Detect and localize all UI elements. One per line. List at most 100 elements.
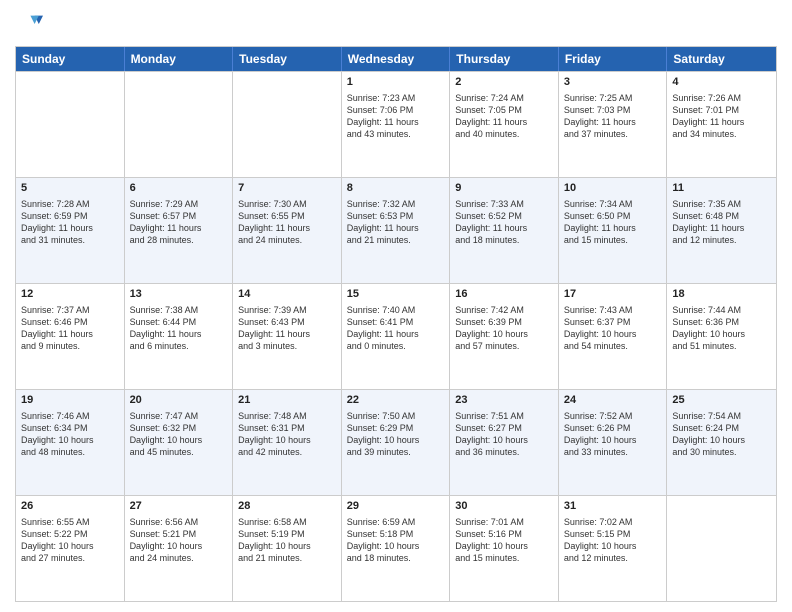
cell-line: Sunset: 5:18 PM [347, 528, 445, 540]
cell-line: Daylight: 10 hours [455, 434, 553, 446]
cell-line: Sunset: 5:21 PM [130, 528, 228, 540]
cell-line: Sunrise: 7:34 AM [564, 198, 662, 210]
cell-line: Sunrise: 7:25 AM [564, 92, 662, 104]
cell-line: and 51 minutes. [672, 340, 771, 352]
day-number: 18 [672, 287, 771, 302]
cal-row-3: 19Sunrise: 7:46 AMSunset: 6:34 PMDayligh… [16, 389, 776, 495]
cell-line: Daylight: 10 hours [130, 434, 228, 446]
cal-cell: 8Sunrise: 7:32 AMSunset: 6:53 PMDaylight… [342, 178, 451, 283]
cell-line: Daylight: 10 hours [564, 540, 662, 552]
day-header-sunday: Sunday [16, 47, 125, 71]
cell-line: Daylight: 10 hours [564, 434, 662, 446]
cell-line: and 34 minutes. [672, 128, 771, 140]
cell-line: and 36 minutes. [455, 446, 553, 458]
cell-line: Sunset: 5:22 PM [21, 528, 119, 540]
cell-line: and 15 minutes. [564, 234, 662, 246]
cell-line: Daylight: 11 hours [130, 222, 228, 234]
cal-cell: 6Sunrise: 7:29 AMSunset: 6:57 PMDaylight… [125, 178, 234, 283]
cell-line: Sunrise: 7:30 AM [238, 198, 336, 210]
cal-cell: 2Sunrise: 7:24 AMSunset: 7:05 PMDaylight… [450, 72, 559, 177]
cal-cell [16, 72, 125, 177]
cell-line: Daylight: 11 hours [347, 222, 445, 234]
cell-line: Sunset: 6:52 PM [455, 210, 553, 222]
cell-line: Daylight: 10 hours [21, 540, 119, 552]
cell-line: and 3 minutes. [238, 340, 336, 352]
day-number: 26 [21, 499, 119, 514]
cell-line: Sunset: 5:19 PM [238, 528, 336, 540]
cell-line: Sunrise: 7:46 AM [21, 410, 119, 422]
cell-line: Sunset: 6:32 PM [130, 422, 228, 434]
cell-line: Sunrise: 7:26 AM [672, 92, 771, 104]
cell-line: Sunrise: 6:55 AM [21, 516, 119, 528]
cell-line: Sunset: 7:03 PM [564, 104, 662, 116]
cell-line: Daylight: 11 hours [347, 116, 445, 128]
day-number: 2 [455, 75, 553, 90]
cell-line: Sunrise: 7:47 AM [130, 410, 228, 422]
cell-line: and 42 minutes. [238, 446, 336, 458]
cell-line: Sunrise: 7:54 AM [672, 410, 771, 422]
cell-line: Sunset: 6:43 PM [238, 316, 336, 328]
cell-line: Daylight: 11 hours [347, 328, 445, 340]
cal-cell: 19Sunrise: 7:46 AMSunset: 6:34 PMDayligh… [16, 390, 125, 495]
cell-line: Sunrise: 7:01 AM [455, 516, 553, 528]
calendar-body: 1Sunrise: 7:23 AMSunset: 7:06 PMDaylight… [16, 71, 776, 601]
cell-line: and 18 minutes. [347, 552, 445, 564]
cell-line: Sunset: 6:31 PM [238, 422, 336, 434]
day-number: 20 [130, 393, 228, 408]
cal-cell: 26 Sunrise: 6:55 AMSunset: 5:22 PMDayligh… [16, 496, 125, 601]
cell-line: and 9 minutes. [21, 340, 119, 352]
day-number: 23 [455, 393, 553, 408]
day-number: 13 [130, 287, 228, 302]
day-number: 22 [347, 393, 445, 408]
logo-icon [15, 10, 43, 38]
cal-cell: 5Sunrise: 7:28 AMSunset: 6:59 PMDaylight… [16, 178, 125, 283]
day-header-wednesday: Wednesday [342, 47, 451, 71]
day-number: 21 [238, 393, 336, 408]
cal-cell [125, 72, 234, 177]
cell-line: and 28 minutes. [130, 234, 228, 246]
cell-line: and 33 minutes. [564, 446, 662, 458]
cal-cell: 24Sunrise: 7:52 AMSunset: 6:26 PMDayligh… [559, 390, 668, 495]
cal-cell: 28Sunrise: 6:58 AMSunset: 5:19 PMDayligh… [233, 496, 342, 601]
cell-line: and 6 minutes. [130, 340, 228, 352]
cell-line: Sunset: 6:26 PM [564, 422, 662, 434]
cell-line: Sunset: 6:27 PM [455, 422, 553, 434]
day-number: 24 [564, 393, 662, 408]
cell-line: Sunrise: 7:35 AM [672, 198, 771, 210]
cal-cell: 30Sunrise: 7:01 AMSunset: 5:16 PMDayligh… [450, 496, 559, 601]
cell-line: Daylight: 11 hours [455, 116, 553, 128]
cal-cell: 10Sunrise: 7:34 AMSunset: 6:50 PMDayligh… [559, 178, 668, 283]
cell-line: Sunset: 6:57 PM [130, 210, 228, 222]
cal-cell: 16Sunrise: 7:42 AMSunset: 6:39 PMDayligh… [450, 284, 559, 389]
day-number: 25 [672, 393, 771, 408]
cell-line: Sunset: 6:24 PM [672, 422, 771, 434]
cal-cell [667, 496, 776, 601]
cell-line: Daylight: 10 hours [238, 434, 336, 446]
cell-line: Sunrise: 7:44 AM [672, 304, 771, 316]
cell-line: Sunrise: 7:39 AM [238, 304, 336, 316]
cell-line: Sunset: 6:34 PM [21, 422, 119, 434]
cal-cell: 4Sunrise: 7:26 AMSunset: 7:01 PMDaylight… [667, 72, 776, 177]
cell-line: Sunrise: 7:32 AM [347, 198, 445, 210]
day-header-monday: Monday [125, 47, 234, 71]
cell-line: and 48 minutes. [21, 446, 119, 458]
cell-line: Sunrise: 7:48 AM [238, 410, 336, 422]
cell-line: Sunrise: 7:02 AM [564, 516, 662, 528]
cell-line: and 15 minutes. [455, 552, 553, 564]
day-header-thursday: Thursday [450, 47, 559, 71]
cell-line: and 27 minutes. [21, 552, 119, 564]
day-number: 11 [672, 181, 771, 196]
cell-line: and 12 minutes. [564, 552, 662, 564]
cell-line: and 12 minutes. [672, 234, 771, 246]
cal-cell: 14Sunrise: 7:39 AMSunset: 6:43 PMDayligh… [233, 284, 342, 389]
cell-line: Sunrise: 7:28 AM [21, 198, 119, 210]
cell-line: Daylight: 11 hours [564, 222, 662, 234]
day-number: 29 [347, 499, 445, 514]
cal-cell: 13Sunrise: 7:38 AMSunset: 6:44 PMDayligh… [125, 284, 234, 389]
cell-line: Daylight: 10 hours [672, 434, 771, 446]
cal-cell [233, 72, 342, 177]
cell-line: Sunrise: 7:29 AM [130, 198, 228, 210]
cal-cell: 31Sunrise: 7:02 AMSunset: 5:15 PMDayligh… [559, 496, 668, 601]
day-number: 15 [347, 287, 445, 302]
cell-line: Sunrise: 7:50 AM [347, 410, 445, 422]
